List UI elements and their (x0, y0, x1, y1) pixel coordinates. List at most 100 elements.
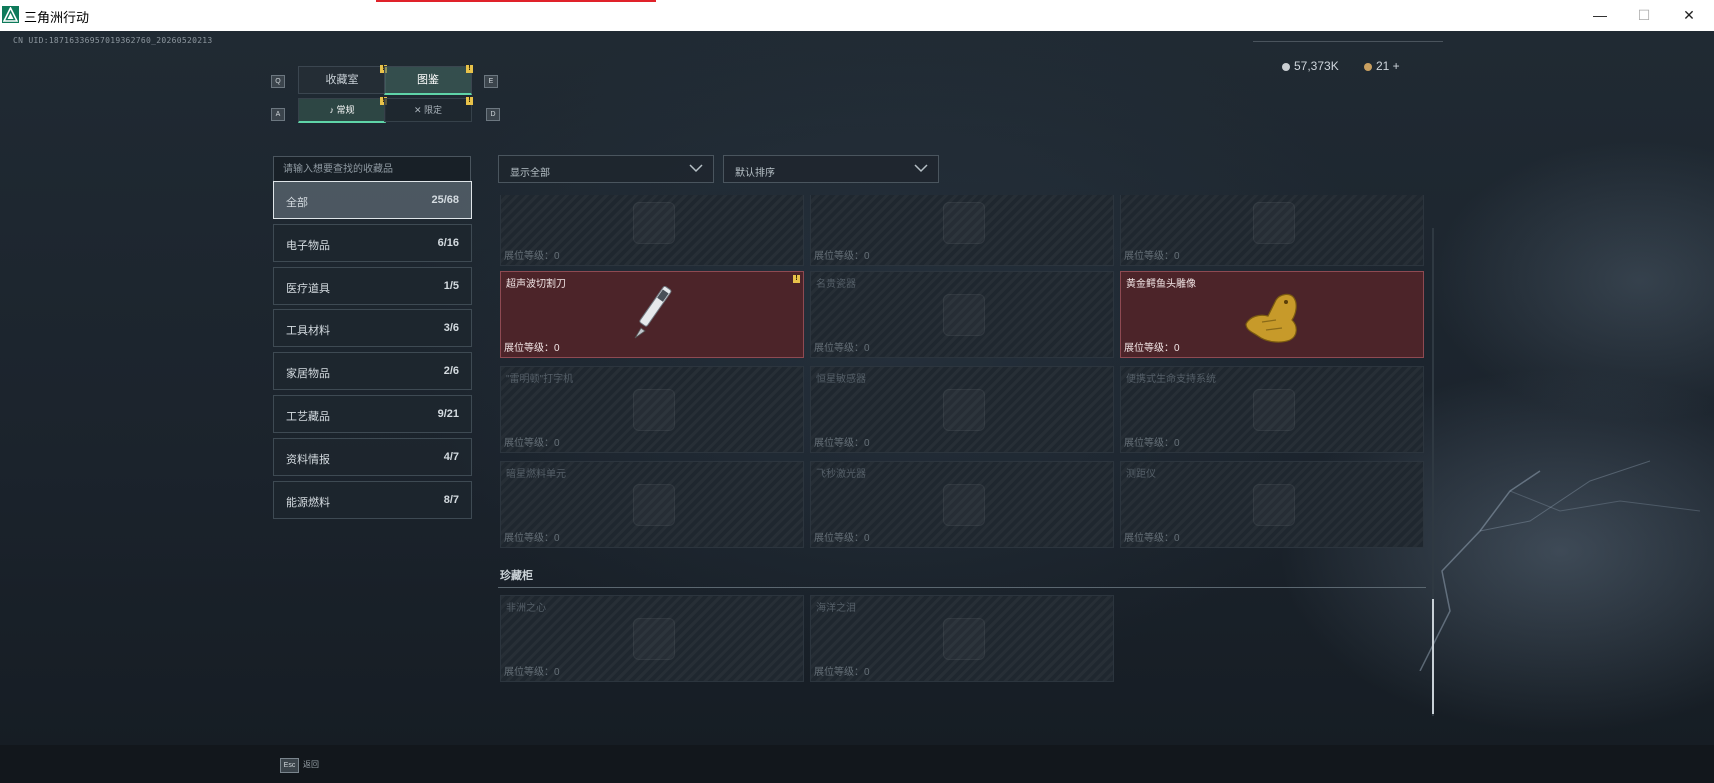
item-level: 展位等级：0 (504, 251, 560, 262)
chevron-down-icon (689, 164, 703, 173)
maximize-button[interactable]: ☐ (1627, 4, 1661, 26)
item-level: 展位等级：0 (814, 251, 870, 262)
minimize-button[interactable]: — (1583, 4, 1617, 26)
item-name: 非洲之心 (506, 603, 546, 614)
category-count: 4/7 (443, 451, 459, 463)
item-name: 飞秒激光器 (816, 469, 866, 480)
currency-gold[interactable]: 21 + (1364, 59, 1400, 73)
subtab-label: 常规 (336, 105, 355, 115)
category-household[interactable]: 家居物品 2/6 (273, 352, 472, 390)
item-name: 黄金鳄鱼头雕像 (1126, 279, 1196, 290)
item-level: 展位等级：0 (1124, 251, 1180, 262)
item-silhouette-icon (943, 389, 985, 431)
category-count: 8/7 (443, 494, 459, 506)
item-silhouette-icon (633, 484, 675, 526)
item-level: 展位等级：0 (504, 667, 560, 678)
gold-coin-icon (1364, 62, 1372, 71)
item-card[interactable]: 恒星敏感器 展位等级：0 (810, 366, 1114, 453)
window-titlebar: 三角洲行动 — ☐ ✕ (0, 0, 1714, 32)
app-logo-icon (2, 6, 19, 23)
item-card[interactable]: 展位等级：0 (1120, 195, 1424, 266)
tab-collection-room[interactable]: 收藏室 ! (298, 65, 387, 94)
item-name: 名贵瓷器 (816, 279, 856, 290)
item-silhouette-icon (1253, 389, 1295, 431)
category-label: 家居物品 (286, 368, 330, 380)
currency-gold-value: 21 + (1376, 59, 1400, 73)
category-label: 医疗道具 (286, 283, 330, 295)
item-card[interactable]: 便携式生命支持系统 展位等级：0 (1120, 366, 1424, 453)
category-electronics[interactable]: 电子物品 6/16 (273, 224, 472, 262)
dropdown-value: 默认排序 (735, 168, 775, 179)
item-card[interactable]: 名贵瓷器 展位等级：0 (810, 271, 1114, 358)
window-title: 三角洲行动 (24, 10, 90, 25)
item-card[interactable]: 展位等级：0 (810, 195, 1114, 266)
lightning-decoration (1419, 460, 1701, 671)
item-card-ultrasonic-knife[interactable]: 超声波切割刀 展位等级：0 ! (500, 271, 804, 358)
item-level: 展位等级：0 (1124, 343, 1180, 354)
tab-alert-badge: ! (466, 65, 473, 73)
category-intel[interactable]: 资料情报 4/7 (273, 438, 472, 476)
bottom-bar (0, 745, 1714, 783)
esc-key-hint[interactable]: Esc (280, 758, 299, 773)
cabinet-item-card[interactable]: 非洲之心 展位等级：0 (500, 595, 804, 682)
subtab-alert-badge: ! (466, 97, 473, 105)
tab-codex[interactable]: 图鉴 ! (384, 65, 473, 95)
item-level: 展位等级：0 (504, 438, 560, 449)
tab-prev-key[interactable]: Q (271, 75, 285, 88)
item-name: 暗星燃料单元 (506, 469, 566, 480)
item-silhouette-icon (633, 389, 675, 431)
item-silhouette-icon (633, 202, 675, 244)
category-count: 2/6 (443, 365, 459, 377)
item-card[interactable]: 展位等级：0 (500, 195, 804, 266)
item-card-golden-crocodile[interactable]: 黄金鳄鱼头雕像 展位等级：0 (1120, 271, 1424, 358)
category-medical[interactable]: 医疗道具 1/5 (273, 267, 472, 305)
item-card[interactable]: 飞秒激光器 展位等级：0 (810, 461, 1114, 548)
item-name: 海洋之泪 (816, 603, 856, 614)
ultrasonic-knife-icon (634, 285, 672, 339)
tab-label: 图鉴 (417, 74, 439, 86)
top-divider (1253, 41, 1443, 42)
subtab-regular[interactable]: ♪ 常规 ! (298, 97, 387, 123)
category-fuel[interactable]: 能源燃料 8/7 (273, 481, 472, 519)
item-level: 展位等级：0 (814, 343, 870, 354)
category-label: 工具材料 (286, 325, 330, 337)
item-card[interactable]: 测距仪 展位等级：0 (1120, 461, 1424, 548)
item-level: 展位等级：0 (814, 533, 870, 544)
back-label[interactable]: 返回 (303, 759, 319, 770)
limited-icon: ✕ (413, 105, 425, 115)
item-name: 测距仪 (1126, 469, 1156, 480)
subtab-prev-key[interactable]: A (271, 108, 285, 121)
item-card[interactable]: 暗星燃料单元 展位等级：0 (500, 461, 804, 548)
category-label: 资料情报 (286, 454, 330, 466)
item-card[interactable]: "雷明顿"打字机 展位等级：0 (500, 366, 804, 453)
item-silhouette-icon (943, 294, 985, 336)
item-silhouette-icon (943, 484, 985, 526)
subtab-next-key[interactable]: D (486, 108, 500, 121)
category-label: 能源燃料 (286, 497, 330, 509)
currency-silver-value: 57,373K (1294, 59, 1339, 73)
item-grid: 展位等级：0 展位等级：0 展位等级：0 超声波切割刀 展位等级：0 ! 名贵瓷… (498, 195, 1428, 715)
golden-crocodile-statue-icon (1245, 293, 1297, 343)
category-count: 6/16 (437, 237, 459, 249)
currency-silver: 57,373K (1282, 59, 1339, 73)
search-input[interactable] (273, 156, 471, 182)
category-label: 工艺藏品 (286, 411, 330, 423)
item-level: 展位等级：0 (504, 533, 560, 544)
close-button[interactable]: ✕ (1672, 4, 1706, 26)
cabinet-section-title: 珍藏柜 (500, 570, 533, 582)
cabinet-item-card[interactable]: 海洋之泪 展位等级：0 (810, 595, 1114, 682)
item-name: "雷明顿"打字机 (506, 374, 574, 385)
category-count: 1/5 (443, 280, 459, 292)
category-tools[interactable]: 工具材料 3/6 (273, 309, 472, 347)
item-alert-badge: ! (793, 275, 800, 283)
category-count: 25/68 (431, 194, 459, 206)
subtab-limited[interactable]: ✕ 限定 ! (384, 97, 473, 122)
sort-dropdown[interactable]: 默认排序 (723, 155, 939, 183)
category-all[interactable]: 全部 25/68 (273, 181, 472, 219)
display-filter-dropdown[interactable]: 显示全部 (498, 155, 714, 183)
tab-next-key[interactable]: E (484, 75, 498, 88)
category-crafts[interactable]: 工艺藏品 9/21 (273, 395, 472, 433)
item-silhouette-icon (1253, 484, 1295, 526)
item-name: 超声波切割刀 (506, 279, 566, 290)
grid-scrollbar-thumb[interactable] (1432, 599, 1434, 714)
